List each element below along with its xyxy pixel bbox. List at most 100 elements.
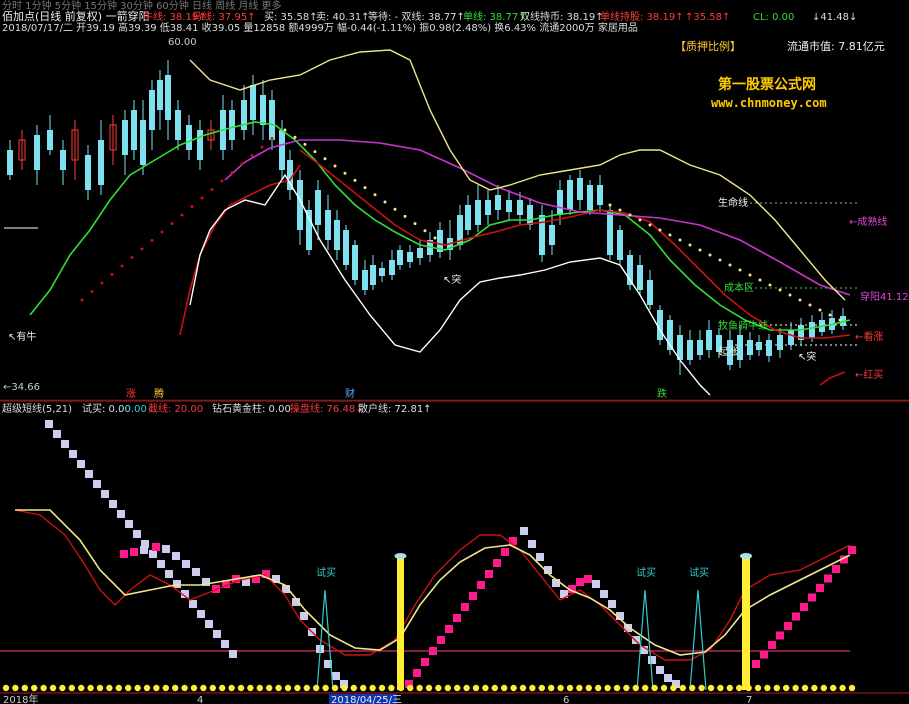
trial-buy-label: 试买 [316,566,336,579]
bottom-dot [482,684,489,692]
sar-dot [313,150,317,154]
readout-item: 等待: - 双线: 38.77↑ [368,10,465,23]
chart-frame [0,399,909,694]
bottom-dot [49,684,57,692]
bottom-dot [68,684,76,692]
red-buy-label: ←红买 [855,368,883,381]
rise-start-label: 起涨 [718,346,738,358]
candle-body [140,120,146,165]
sar-dot [648,223,652,227]
bottom-dot [228,684,235,692]
bottom-dot [576,684,583,692]
sar-dot [190,205,194,208]
bottom-dot [172,684,179,692]
bottom-dot [501,684,508,692]
candle-body [517,200,523,215]
candle-body [352,245,358,280]
lavender-step-block [77,460,85,468]
lavender-step-block [608,600,616,608]
watermark-title: 第一股票公式网 [718,76,816,93]
candle-body [334,220,340,250]
sar-dot [688,243,692,247]
candle-body [397,250,403,265]
lavender-step-block [101,490,109,498]
chart-stage: 分时 1分钟 5分钟 15分钟 30分钟 60分钟 日线 周线 月线 更多 佰加… [0,0,909,704]
bottom-dot [689,684,696,692]
candle-body [607,210,613,255]
pink-step-block [848,546,856,554]
readout-item: ↓41.48↓ [812,12,857,23]
bottom-dot [548,684,555,692]
fish-bull-line-label: 牧鱼骑牛线 [718,319,768,332]
candle-body [587,185,593,210]
sub-readout-item: 操盘线: 76.48↓ [290,402,364,415]
bottom-dot [491,684,498,692]
bottom-dot [2,684,10,692]
candle-body [186,125,192,150]
sar-dot [403,214,407,218]
candle-body [269,100,275,140]
lavender-step-block [213,630,221,638]
readout-item: 单线持股: 38.19↑ [600,10,684,23]
lavender-step-block [656,666,664,674]
pink-step-block [445,625,453,633]
sar-dot [413,222,417,226]
candle-body [777,335,783,350]
pink-step-block [453,614,461,622]
sar-dot [303,142,307,146]
sar-dot [293,135,297,139]
candle-body [165,75,171,120]
bottom-dot [632,684,639,692]
sar-dot [383,200,387,204]
pink-step-block [792,612,800,621]
lavender-step-block [528,540,536,548]
price-low-label: ←34.66 [3,382,40,393]
sar-dot [818,308,822,312]
marker-soar: 腾 [154,387,164,400]
axis-tick-apr: 4 [197,695,203,704]
sar-dot [100,281,104,285]
sub-readout-item: 截线: 20.00 [148,402,203,415]
mature-line-label: ←成熟线 [849,215,887,228]
candle-body [557,190,563,215]
lavender-step-block [182,560,190,568]
bottom-dot [162,684,169,692]
bottom-dot [407,684,414,692]
bottom-dot [595,684,602,692]
sar-dot [668,233,672,237]
sar-dot [170,222,174,225]
candle-body [260,95,266,125]
bottom-dot [87,684,94,692]
lavender-step-block [133,530,141,538]
sar-dot [778,288,782,292]
bottom-dot [726,684,733,692]
lavender-step-block [53,430,61,438]
readout-item: 双线持币: 38.19↑ [520,10,604,23]
sar-dot [210,188,214,191]
bottom-dot [566,684,574,692]
bottom-dot [444,684,451,692]
bottom-dot [331,684,339,692]
life-line-label: 生命线 [718,196,748,209]
bottom-dot [623,684,630,692]
pledge-ratio-button[interactable]: 【质押比例】 [675,39,741,53]
pink-step-block [776,631,784,640]
stock-title: 佰加点(日线 前复权) 一箭穿阳 [2,9,150,23]
sar-dot [260,145,264,149]
bottom-dot [125,684,132,692]
pink-step-block [816,584,824,592]
lavender-step-block [221,640,229,648]
pink-step-block [808,593,816,602]
sar-dot [230,171,234,174]
candle-body [506,200,512,212]
lavender-step-block [632,636,640,644]
candle-body [766,340,772,356]
candle-body [7,150,13,175]
pink-step-block [130,548,138,556]
readout-item: 卖: 40.31↑ [316,11,370,23]
candle-body [527,205,533,225]
bottom-dot [435,684,442,692]
bottom-dot [303,684,310,692]
bottom-dot [284,684,292,692]
diamond-gold-pillar [397,558,404,690]
